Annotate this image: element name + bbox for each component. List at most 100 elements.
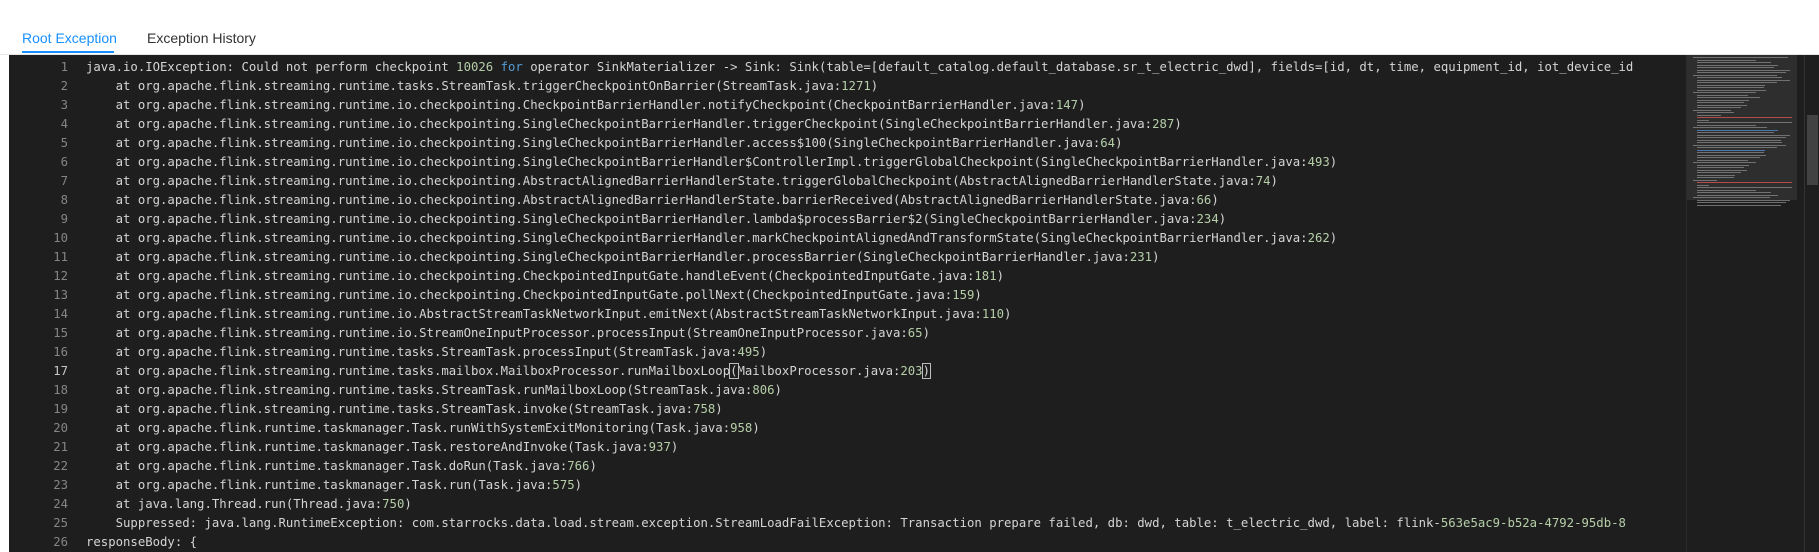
minimap[interactable] xyxy=(1686,55,1819,552)
code-token: 495 xyxy=(737,345,760,359)
code-token: ) xyxy=(1004,307,1012,321)
code-line[interactable]: at org.apache.flink.streaming.runtime.io… xyxy=(86,324,930,343)
code-line[interactable]: at org.apache.flink.streaming.runtime.io… xyxy=(86,134,1123,153)
vertical-scrollbar[interactable] xyxy=(1804,55,1819,552)
line-number: 16 xyxy=(53,345,68,359)
code-line[interactable]: responseBody: { xyxy=(86,533,197,552)
line-number: 14 xyxy=(53,307,68,321)
code-token: ) xyxy=(715,402,723,416)
code-line[interactable]: at org.apache.flink.streaming.runtime.io… xyxy=(86,96,1086,115)
line-number: 2 xyxy=(60,79,68,93)
code-token: at org.apache.flink.streaming.runtime.io… xyxy=(86,288,953,302)
code-token: at org.apache.flink.runtime.taskmanager.… xyxy=(86,459,568,473)
code-line[interactable]: at java.lang.Thread.run(Thread.java:750) xyxy=(86,495,412,514)
code-line[interactable]: at org.apache.flink.streaming.runtime.io… xyxy=(86,210,1227,229)
minimap-line xyxy=(1697,104,1748,106)
code-line[interactable]: at org.apache.flink.streaming.runtime.ta… xyxy=(86,381,782,400)
code-line[interactable]: at org.apache.flink.streaming.runtime.io… xyxy=(86,191,1219,210)
code-token: at org.apache.flink.streaming.runtime.io… xyxy=(86,212,1197,226)
tab-exception-history[interactable]: Exception History xyxy=(147,30,256,46)
minimap-line xyxy=(1697,107,1741,108)
code-line[interactable]: at org.apache.flink.streaming.runtime.io… xyxy=(86,248,1160,267)
line-number: 12 xyxy=(53,269,68,283)
line-number: 20 xyxy=(53,421,68,435)
minimap-line xyxy=(1697,177,1734,178)
code-token: at org.apache.flink.streaming.runtime.io… xyxy=(86,250,1130,264)
code-line[interactable]: Suppressed: java.lang.RuntimeException: … xyxy=(86,514,1626,533)
minimap-line xyxy=(1697,189,1756,191)
minimap-line xyxy=(1697,199,1790,201)
code-token: 110 xyxy=(981,307,1005,321)
code-token: responseBody: { xyxy=(86,535,198,549)
code-token: at java.lang.Thread.run(Thread.java: xyxy=(86,497,383,511)
code-token: ) xyxy=(1115,136,1123,150)
code-token: 563e5ac9-b52a-4792-95db-8 xyxy=(1440,516,1626,530)
code-line[interactable]: at org.apache.flink.streaming.runtime.io… xyxy=(86,115,1182,134)
minimap-line xyxy=(1697,59,1756,61)
minimap-line xyxy=(1697,134,1790,136)
code-token: at org.apache.flink.streaming.runtime.io… xyxy=(86,307,982,321)
code-line[interactable]: at org.apache.flink.streaming.runtime.io… xyxy=(86,286,982,305)
minimap-line xyxy=(1697,84,1766,86)
code-token: ) xyxy=(759,345,768,359)
code-token: 766 xyxy=(567,459,590,473)
minimap-line xyxy=(1697,139,1782,141)
minimap-line xyxy=(1697,174,1735,176)
minimap-line xyxy=(1697,194,1779,196)
code-token: at org.apache.flink.streaming.runtime.io… xyxy=(86,174,1256,188)
code-token: 147 xyxy=(1055,98,1079,112)
code-line[interactable]: at org.apache.flink.runtime.taskmanager.… xyxy=(86,476,582,495)
code-line[interactable]: at org.apache.flink.streaming.runtime.io… xyxy=(86,172,1278,191)
minimap-line xyxy=(1697,117,1792,118)
code-token: at org.apache.flink.streaming.runtime.io… xyxy=(86,136,1101,150)
minimap-line xyxy=(1697,112,1734,113)
minimap-line xyxy=(1697,69,1790,71)
code-line[interactable]: java.io.IOException: Could not perform c… xyxy=(86,58,1633,77)
code-editor[interactable]: 1 2 3 4 5 6 7 8 9 10 11 12 13 14 15 16 17 18 19 20 21 22 23 24 2… xyxy=(0,55,1819,552)
line-number: 15 xyxy=(53,326,68,340)
code-token: 181 xyxy=(974,269,997,283)
minimap-line xyxy=(1697,157,1760,158)
minimap-line xyxy=(1697,89,1766,91)
code-line[interactable]: at org.apache.flink.runtime.taskmanager.… xyxy=(86,438,679,457)
line-number: 8 xyxy=(60,193,68,207)
minimap-line xyxy=(1697,79,1790,81)
code-line[interactable]: at org.apache.flink.streaming.runtime.io… xyxy=(86,267,1004,286)
minimap-line xyxy=(1697,202,1786,203)
minimap-line xyxy=(1693,179,1718,181)
minimap-line xyxy=(1697,164,1749,166)
tab-root-exception[interactable]: Root Exception xyxy=(22,30,117,46)
scrollbar-thumb[interactable] xyxy=(1807,115,1818,185)
code-line[interactable]: at org.apache.flink.runtime.taskmanager.… xyxy=(86,419,760,438)
code-token: at org.apache.flink.runtime.taskmanager.… xyxy=(86,478,553,492)
code-line[interactable]: at org.apache.flink.streaming.runtime.ta… xyxy=(86,362,932,381)
active-tab-indicator xyxy=(22,51,114,53)
code-line[interactable]: at org.apache.flink.streaming.runtime.ta… xyxy=(86,343,768,362)
minimap-line xyxy=(1697,132,1774,133)
code-line[interactable]: at org.apache.flink.streaming.runtime.ta… xyxy=(86,77,879,96)
code-token: ) xyxy=(1218,212,1227,226)
code-line[interactable]: at org.apache.flink.streaming.runtime.io… xyxy=(86,229,1338,248)
code-token: 575 xyxy=(552,478,575,492)
code-token: ) xyxy=(921,363,932,379)
minimap-line xyxy=(1697,102,1745,103)
minimap-line xyxy=(1693,162,1756,163)
code-token: at org.apache.flink.streaming.runtime.ta… xyxy=(86,345,738,359)
code-line[interactable]: at org.apache.flink.streaming.runtime.io… xyxy=(86,153,1338,172)
code-token: ) xyxy=(1152,250,1160,264)
code-token: 65 xyxy=(907,326,923,340)
code-line[interactable]: at org.apache.flink.streaming.runtime.io… xyxy=(86,305,1012,324)
code-token: ) xyxy=(1211,193,1219,207)
exception-tabs: Root Exception Exception History xyxy=(0,20,1819,55)
code-line[interactable]: at org.apache.flink.runtime.taskmanager.… xyxy=(86,457,597,476)
minimap-line xyxy=(1697,122,1792,123)
code-line[interactable]: at org.apache.flink.streaming.runtime.ta… xyxy=(86,400,723,419)
code-token: ) xyxy=(974,288,982,302)
minimap-line xyxy=(1697,87,1764,88)
code-content[interactable]: java.io.IOException: Could not perform c… xyxy=(86,55,1686,552)
line-number: 19 xyxy=(53,402,68,416)
minimap-line xyxy=(1697,97,1760,98)
minimap-line xyxy=(1697,169,1748,171)
code-token: at org.apache.flink.runtime.taskmanager.… xyxy=(86,421,731,435)
code-token: 10026 xyxy=(456,60,494,74)
